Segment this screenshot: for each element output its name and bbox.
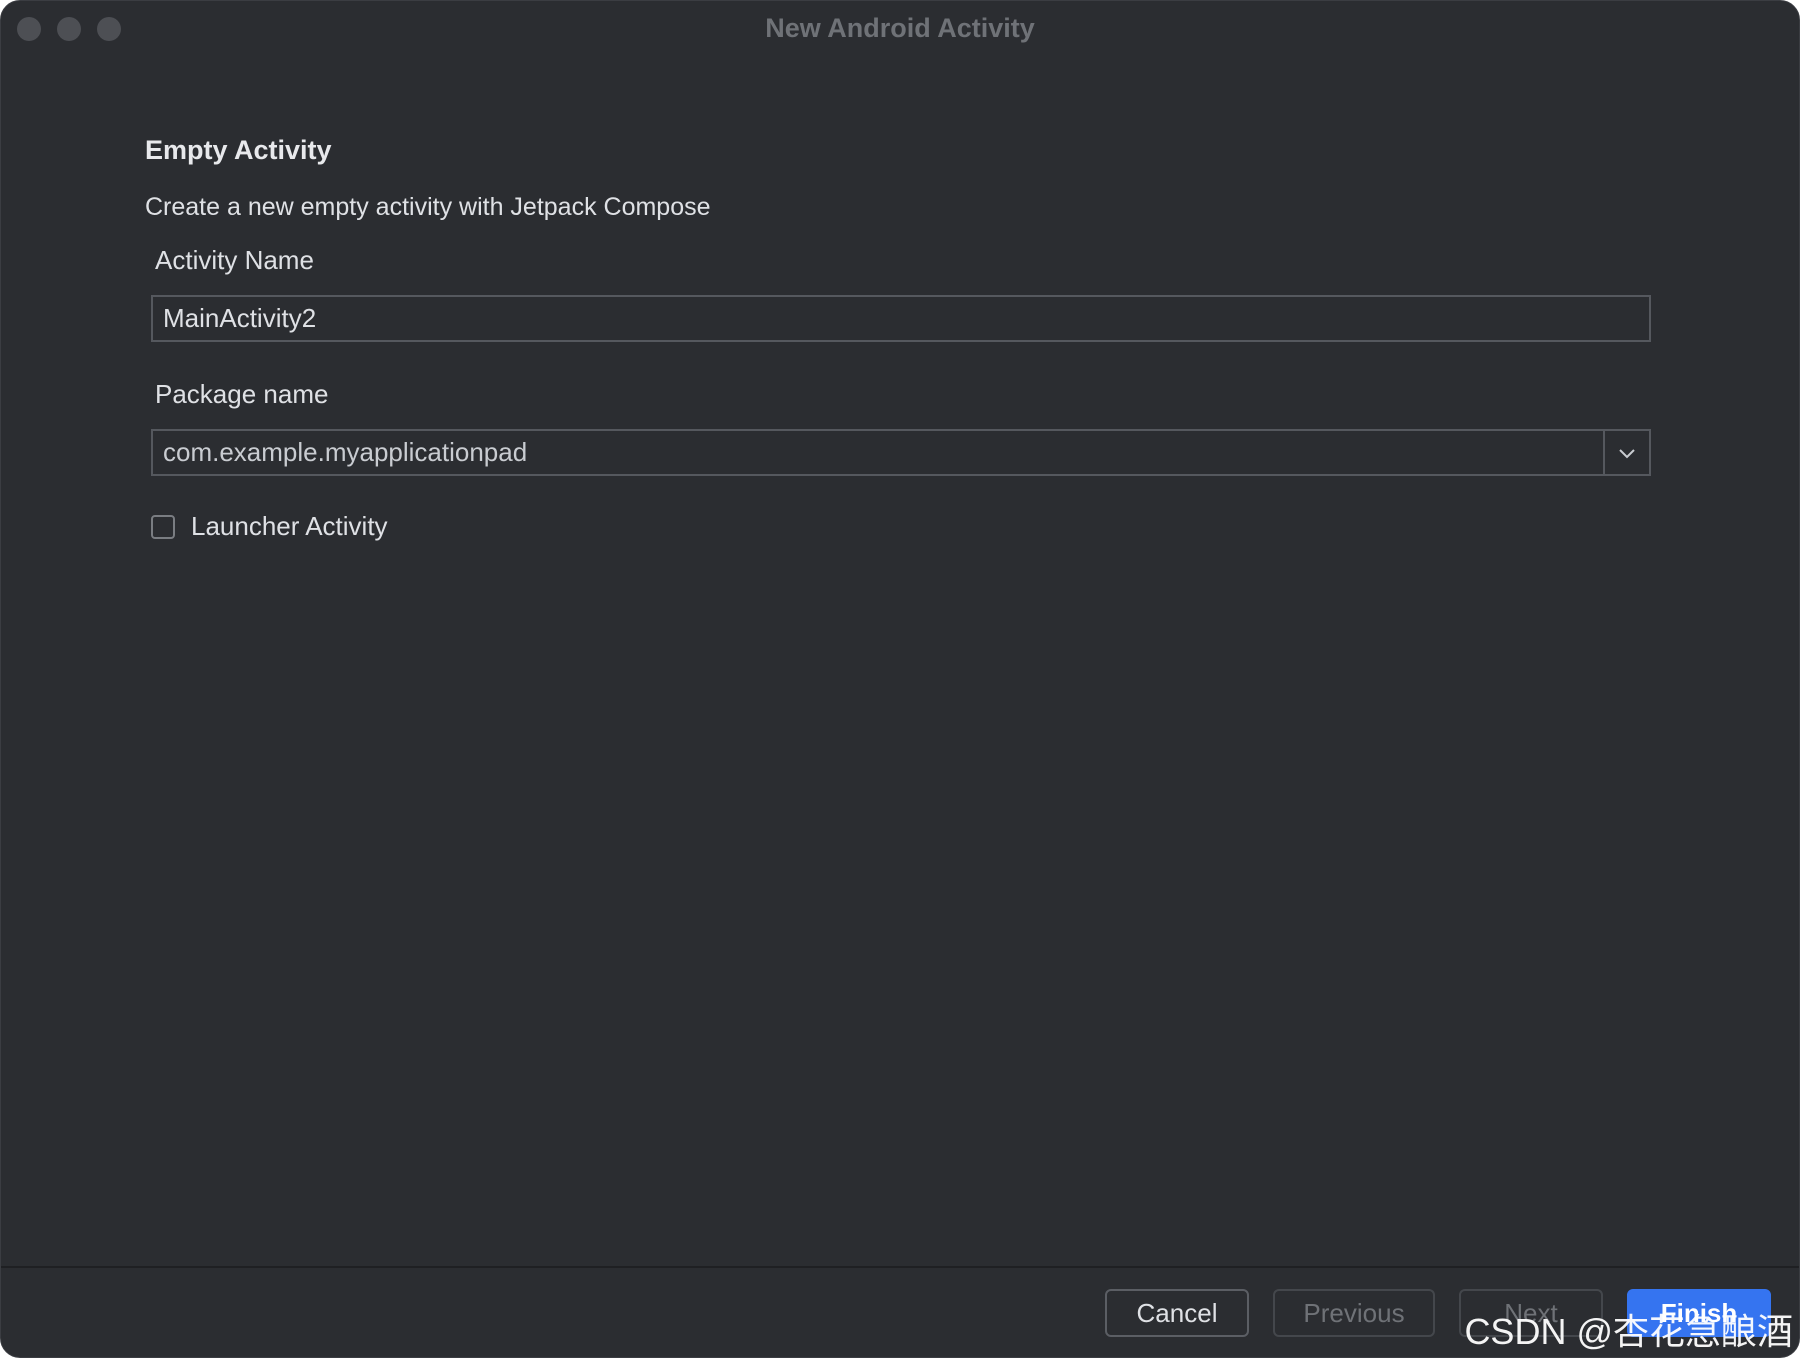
watermark-text: CSDN @杏花急酿酒: [1464, 1311, 1793, 1352]
package-name-value[interactable]: com.example.myapplicationpad: [153, 437, 1603, 468]
package-name-combobox[interactable]: com.example.myapplicationpad: [151, 429, 1651, 476]
package-name-label: Package name: [155, 379, 329, 409]
window-title: New Android Activity: [765, 13, 1035, 43]
title-bar[interactable]: New Android Activity: [1, 1, 1799, 57]
activity-name-label: Activity Name: [155, 245, 314, 275]
launcher-activity-label[interactable]: Launcher Activity: [191, 511, 388, 542]
cancel-button[interactable]: Cancel: [1105, 1289, 1249, 1337]
package-name-dropdown-button[interactable]: [1603, 431, 1649, 474]
activity-name-input[interactable]: [151, 295, 1651, 342]
launcher-activity-checkbox[interactable]: [151, 514, 175, 539]
dialog-window: New Android Activity Empty Activity Crea…: [0, 0, 1800, 1358]
template-description: Create a new empty activity with Jetpack…: [145, 193, 711, 221]
chevron-down-icon: [1619, 448, 1635, 458]
previous-button[interactable]: Previous: [1273, 1289, 1435, 1337]
footer-divider: [1, 1266, 1799, 1268]
template-heading: Empty Activity: [145, 135, 332, 165]
launcher-activity-row[interactable]: Launcher Activity: [151, 511, 388, 542]
